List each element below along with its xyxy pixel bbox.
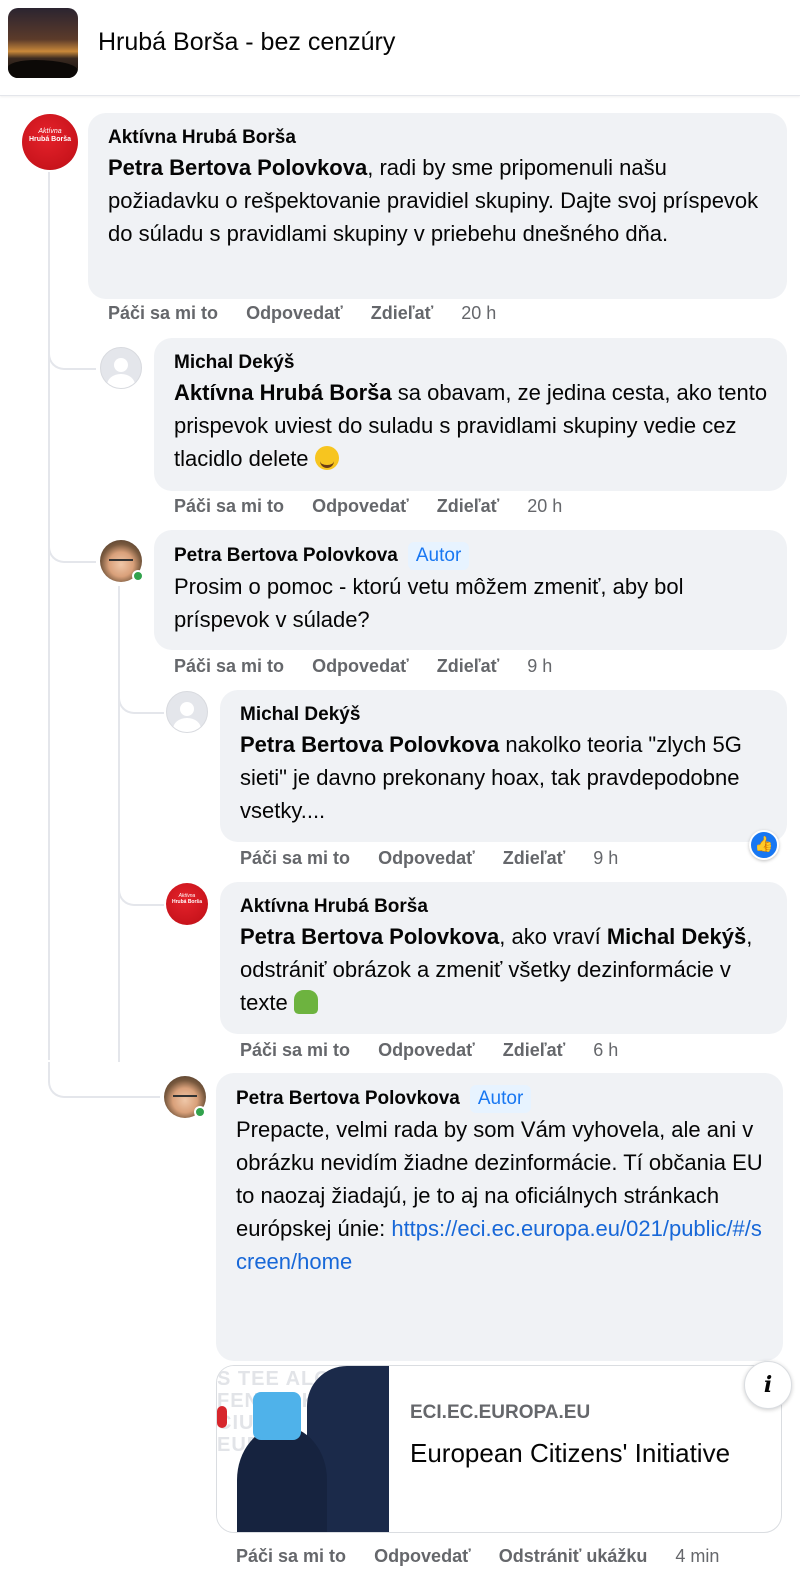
group-header: Hrubá Borša - bez cenzúry: [0, 0, 800, 96]
comment-actions: Páči sa mi to Odpovedať Zdieľať 20 h: [174, 496, 562, 517]
like-button[interactable]: Páči sa mi to: [174, 656, 284, 677]
share-button[interactable]: Zdieľať: [371, 303, 434, 324]
like-button[interactable]: Páči sa mi to: [108, 303, 218, 324]
mention[interactable]: Petra Bertova Polovkova: [240, 924, 499, 949]
timestamp[interactable]: 4 min: [675, 1546, 719, 1567]
comment-text: Prosim o pomoc - ktorú vetu môžem zmeniť…: [174, 574, 684, 632]
thumbs-up-icon[interactable]: 👍: [749, 830, 779, 860]
reply-button[interactable]: Odpovedať: [378, 1040, 475, 1061]
comment-actions: Páči sa mi to Odpovedať Zdieľať 9 h: [174, 656, 552, 677]
link-preview-title: European Citizens' Initiative: [410, 1438, 731, 1468]
thread-connector: [118, 684, 164, 714]
group-title[interactable]: Hrubá Borša - bez cenzúry: [98, 28, 395, 57]
avatar[interactable]: Aktívna Hrubá Borša: [22, 114, 78, 170]
comment-author[interactable]: Michal Dekýš: [174, 350, 769, 376]
online-status-dot: [132, 570, 144, 582]
mention[interactable]: Petra Bertova Polovkova: [240, 732, 499, 757]
share-button[interactable]: Zdieľať: [437, 656, 500, 677]
comment-author[interactable]: Michal Dekýš: [240, 702, 769, 728]
avatar[interactable]: [166, 691, 208, 733]
landscape-silhouette: [8, 60, 78, 78]
comment-actions: Páči sa mi to Odpovedať Zdieľať 9 h: [240, 848, 618, 869]
comment-bubble: Michal Dekýš Aktívna Hrubá Borša sa obav…: [154, 338, 787, 491]
mention[interactable]: Aktívna Hrubá Borša: [174, 380, 392, 405]
timestamp[interactable]: 6 h: [593, 1040, 618, 1061]
comment-text: Petra Bertova Polovkova nakolko teoria "…: [240, 732, 742, 823]
thread-connector: [48, 1062, 160, 1098]
like-button[interactable]: Páči sa mi to: [240, 848, 350, 869]
reply-button[interactable]: Odpovedať: [378, 848, 475, 869]
comment-author[interactable]: Aktívna Hrubá Borša: [108, 125, 769, 151]
reply-button[interactable]: Odpovedať: [374, 1546, 471, 1567]
author-badge: Autor: [407, 542, 470, 570]
comment-bubble: Aktívna Hrubá Borša Petra Bertova Polovk…: [220, 882, 787, 1034]
rolling-on-floor-laughing-emoji-icon: [314, 446, 339, 470]
remove-preview-button[interactable]: Odstrániť ukážku: [499, 1546, 648, 1567]
avatar[interactable]: [100, 347, 142, 389]
thread-line-sub: [118, 586, 120, 1062]
timestamp[interactable]: 9 h: [527, 656, 552, 677]
mention[interactable]: Michal Dekýš: [607, 924, 746, 949]
thread-connector: [48, 340, 96, 370]
reply-button[interactable]: Odpovedať: [312, 656, 409, 677]
comment-actions: Páči sa mi to Odpovedať Odstrániť ukážku…: [236, 1546, 719, 1567]
timestamp[interactable]: 9 h: [593, 848, 618, 869]
link-preview-domain: ECI.EC.EUROPA.EU: [410, 1402, 591, 1423]
comment-bubble: Aktívna Hrubá Borša Petra Bertova Polovk…: [88, 113, 787, 299]
comment-actions: Páči sa mi to Odpovedať Zdieľať 6 h: [240, 1040, 618, 1061]
like-button[interactable]: Páči sa mi to: [236, 1546, 346, 1567]
share-button[interactable]: Zdieľať: [437, 496, 500, 517]
comment-text: Prepacte, velmi rada by som Vám vyhovela…: [236, 1117, 763, 1274]
reply-button[interactable]: Odpovedať: [246, 303, 343, 324]
avatar[interactable]: Aktívna Hrubá Borša: [166, 883, 208, 925]
share-button[interactable]: Zdieľať: [503, 848, 566, 869]
timestamp[interactable]: 20 h: [527, 496, 562, 517]
comment-author[interactable]: Petra Bertova Polovkova Autor: [174, 542, 769, 570]
online-status-dot: [194, 1106, 206, 1118]
group-cover-thumbnail[interactable]: [8, 8, 78, 78]
person-shrugging-emoji-icon: [293, 990, 318, 1014]
like-button[interactable]: Páči sa mi to: [240, 1040, 350, 1061]
timestamp[interactable]: 20 h: [461, 303, 496, 324]
reply-button[interactable]: Odpovedať: [312, 496, 409, 517]
thread-connector: [48, 533, 96, 563]
thread-connector: [118, 876, 164, 906]
comment-actions: Páči sa mi to Odpovedať Zdieľať 20 h: [108, 303, 496, 324]
link-preview-image: S TEE ALOITE FENSIV KEZD CIUDAD EUROPA: [217, 1366, 389, 1532]
comment-bubble: Petra Bertova Polovkova Autor Prosim o po…: [154, 530, 787, 650]
author-badge: Autor: [469, 1085, 532, 1113]
comment-text: Petra Bertova Polovkova, radi by sme pri…: [108, 155, 759, 246]
info-icon[interactable]: i: [744, 1361, 792, 1409]
comment-bubble: Michal Dekýš Petra Bertova Polovkova nak…: [220, 690, 787, 842]
thread-line-main: [48, 172, 50, 1060]
comment-bubble: Petra Bertova Polovkova Autor Prepacte, v…: [216, 1073, 783, 1361]
comment-author[interactable]: Aktívna Hrubá Borša: [240, 894, 769, 920]
link-preview-card[interactable]: S TEE ALOITE FENSIV KEZD CIUDAD EUROPA E…: [216, 1365, 782, 1533]
like-button[interactable]: Páči sa mi to: [174, 496, 284, 517]
comment-text: Petra Bertova Polovkova, ako vraví Micha…: [240, 924, 753, 1015]
comment-text: Aktívna Hrubá Borša sa obavam, ze jedina…: [174, 380, 768, 471]
mention[interactable]: Petra Bertova Polovkova: [108, 155, 367, 180]
share-button[interactable]: Zdieľať: [503, 1040, 566, 1061]
comment-author[interactable]: Petra Bertova Polovkova Autor: [236, 1085, 765, 1113]
